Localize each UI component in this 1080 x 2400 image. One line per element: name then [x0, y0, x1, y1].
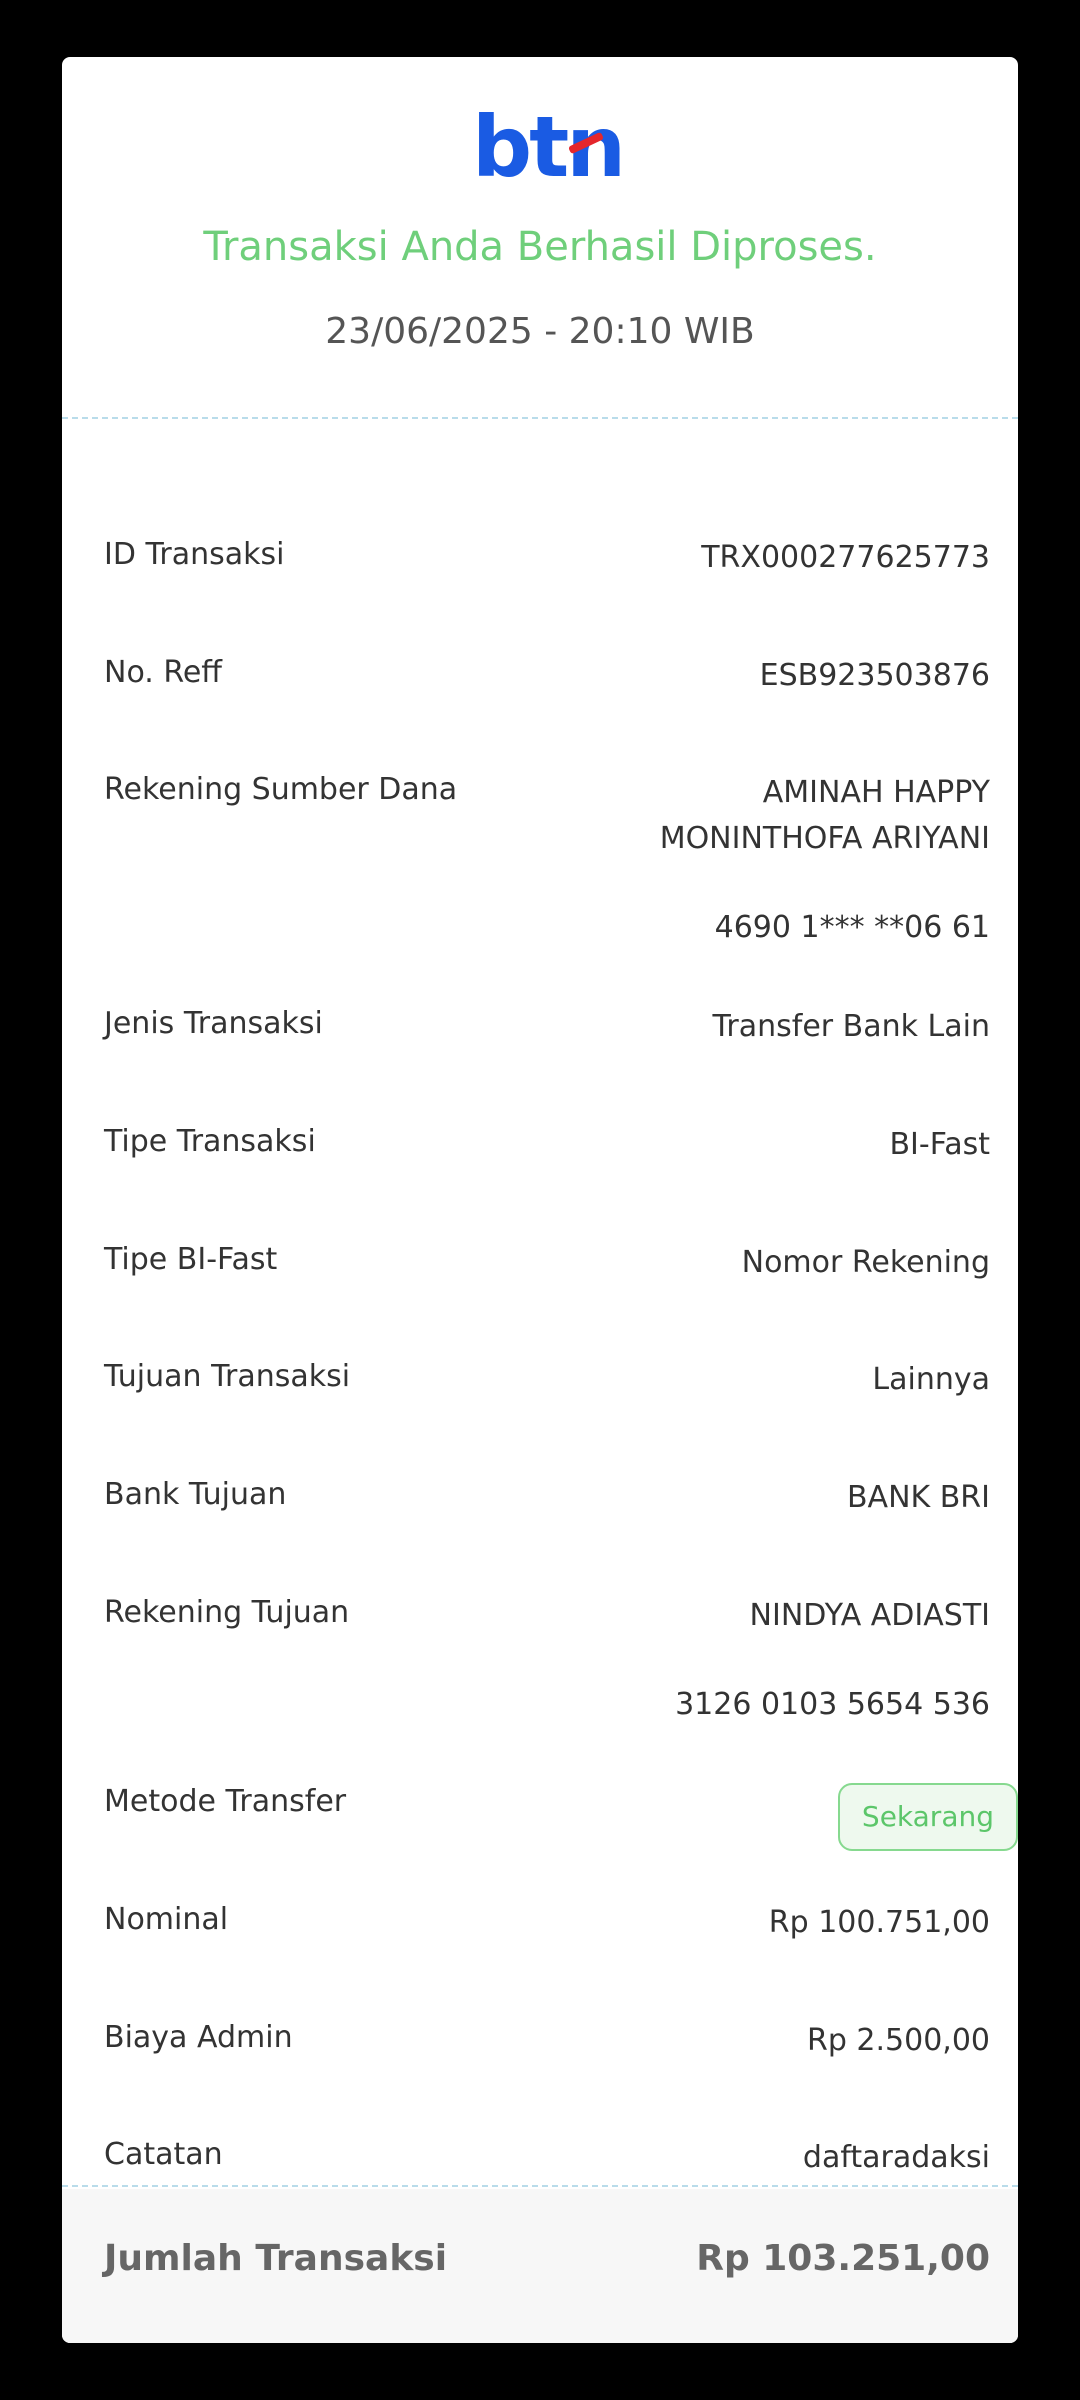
- bank-tujuan-value: BANK BRI: [846, 1480, 990, 1515]
- no-reff-label: No. Reff: [104, 655, 222, 690]
- no-reff-value: ESB923503876: [759, 658, 990, 693]
- btn-logo: btn: [472, 97, 626, 197]
- biaya-admin-label: Biaya Admin: [104, 2020, 293, 2055]
- catatan-label: Catatan: [104, 2137, 223, 2172]
- bank-tujuan-label: Bank Tujuan: [104, 1477, 287, 1512]
- metode-transfer-label: Metode Transfer: [104, 1784, 347, 1819]
- biaya-admin-value: Rp 2.500,00: [806, 2023, 990, 2058]
- bottom-divider: [62, 2185, 1018, 2187]
- rekening-sumber-name-line2: MONINTHOFA ARIYANI: [659, 821, 990, 856]
- rekening-sumber-account: 4690 1*** **06 61: [714, 910, 990, 945]
- btn-logo-text: btn: [472, 98, 626, 196]
- tujuan-transaksi-label: Tujuan Transaksi: [104, 1359, 351, 1394]
- id-transaksi-value: TRX000277625773: [701, 540, 990, 575]
- catatan-value: daftaradaksi: [802, 2140, 990, 2175]
- rekening-sumber-label: Rekening Sumber Dana: [104, 772, 458, 807]
- nominal-label: Nominal: [104, 1902, 229, 1937]
- tipe-bifast-label: Tipe BI-Fast: [104, 1242, 278, 1277]
- total-value: Rp 103.251,00: [696, 2238, 990, 2279]
- rekening-tujuan-name: NINDYA ADIASTI: [749, 1598, 990, 1633]
- tipe-bifast-value: Nomor Rekening: [741, 1245, 990, 1280]
- rekening-tujuan-account: 3126 0103 5654 536: [675, 1687, 990, 1722]
- tujuan-transaksi-value: Lainnya: [872, 1362, 990, 1397]
- tipe-transaksi-label: Tipe Transaksi: [104, 1124, 316, 1159]
- rekening-sumber-name-line1: AMINAH HAPPY: [762, 775, 990, 810]
- id-transaksi-label: ID Transaksi: [104, 537, 285, 572]
- transaction-receipt: btn Transaksi Anda Berhasil Diproses. 23…: [62, 57, 1018, 2343]
- tipe-transaksi-value: BI-Fast: [889, 1127, 990, 1162]
- metode-transfer-badge: Sekarang: [837, 1783, 1018, 1851]
- total-section: Jumlah Transaksi Rp 103.251,00: [62, 2189, 1018, 2343]
- rekening-tujuan-label: Rekening Tujuan: [104, 1595, 350, 1630]
- transaction-datetime: 23/06/2025 - 20:10 WIB: [325, 311, 755, 352]
- total-label: Jumlah Transaksi: [104, 2238, 448, 2279]
- top-divider: [62, 417, 1018, 419]
- jenis-transaksi-value: Transfer Bank Lain: [712, 1009, 991, 1044]
- status-title: Transaksi Anda Berhasil Diproses.: [203, 224, 877, 270]
- jenis-transaksi-label: Jenis Transaksi: [104, 1006, 323, 1041]
- nominal-value: Rp 100.751,00: [768, 1905, 990, 1940]
